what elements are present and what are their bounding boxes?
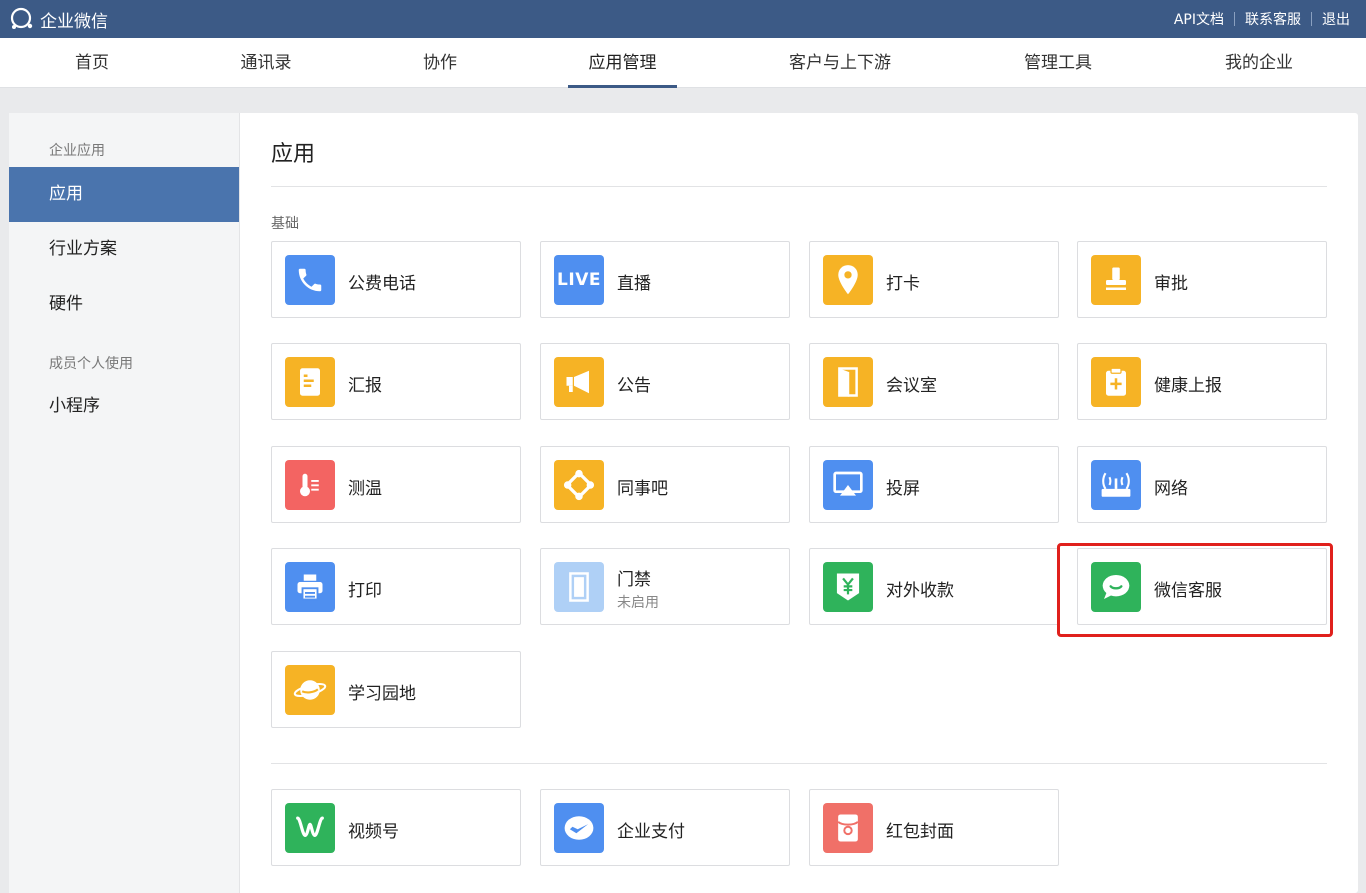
section-label-basic: 基础 (271, 216, 299, 232)
chat-bubble-icon (1091, 562, 1141, 612)
sidebar-group-enterprise-apps: 企业应用 (49, 143, 105, 159)
app-name: 打印 (348, 581, 382, 601)
logo-text: 企业微信 (40, 11, 108, 32)
app-card-public-phone[interactable]: 公费电话 (271, 241, 521, 318)
nav-customers[interactable]: 客户与上下游 (780, 38, 900, 88)
nav-contacts[interactable]: 通讯录 (232, 38, 300, 88)
top-bar: 企业微信 API文档 联系客服 退出 (0, 0, 1366, 38)
app-card-screencast[interactable]: 投屏 (809, 446, 1059, 523)
app-name: 同事吧 (617, 479, 668, 499)
channels-icon (285, 803, 335, 853)
app-card-live[interactable]: LIVE 直播 (540, 241, 790, 318)
planet-icon (285, 665, 335, 715)
app-card-learning[interactable]: 学习园地 (271, 651, 521, 728)
app-name: 公告 (617, 376, 651, 396)
app-name: 汇报 (348, 376, 382, 396)
report-doc-icon (285, 357, 335, 407)
app-name: 测温 (348, 479, 382, 499)
title-divider (271, 186, 1327, 187)
app-card-report[interactable]: 汇报 (271, 343, 521, 420)
app-card-network[interactable]: 网络 (1077, 446, 1327, 523)
app-name: 对外收款 (886, 581, 954, 601)
app-name: 学习园地 (348, 684, 416, 704)
door-icon (823, 357, 873, 407)
nav-collaboration[interactable]: 协作 (410, 38, 470, 88)
access-door-icon (554, 562, 604, 612)
router-icon (1091, 460, 1141, 510)
app-name: 打卡 (886, 274, 920, 294)
contact-support-link[interactable]: 联系客服 (1235, 9, 1311, 29)
nav-my-company[interactable]: 我的企业 (1214, 38, 1304, 88)
app-name: 会议室 (886, 376, 937, 396)
main-panel: 企业应用 应用 行业方案 硬件 成员个人使用 小程序 应用 基础 公费电话 LI… (9, 113, 1358, 893)
main-nav: 首页 通讯录 协作 应用管理 客户与上下游 管理工具 我的企业 (0, 38, 1366, 88)
app-card-access-control[interactable]: 门禁 未启用 (540, 548, 790, 625)
sidebar-group-personal: 成员个人使用 (49, 356, 133, 372)
content-area: 应用 基础 公费电话 LIVE 直播 打卡 审批 汇报 公告 会议室 健康上报 … (240, 113, 1358, 893)
app-card-external-payment[interactable]: 对外收款 (809, 548, 1059, 625)
app-card-wechat-customer-service[interactable]: 微信客服 (1077, 548, 1327, 625)
page-title: 应用 (271, 142, 316, 167)
screencast-icon (823, 460, 873, 510)
phone-icon (285, 255, 335, 305)
megaphone-icon (554, 357, 604, 407)
logo[interactable]: 企业微信 (8, 6, 108, 32)
app-name: 微信客服 (1154, 581, 1222, 601)
wecom-logo-icon (8, 7, 36, 31)
sidebar-item-apps[interactable]: 应用 (9, 167, 239, 222)
nav-home[interactable]: 首页 (62, 38, 122, 88)
pay-wing-icon (554, 803, 604, 853)
network-nodes-icon (554, 460, 604, 510)
app-name: 健康上报 (1154, 376, 1222, 396)
app-card-health-report[interactable]: 健康上报 (1077, 343, 1327, 420)
sidebar-item-miniprogram[interactable]: 小程序 (9, 379, 239, 434)
nav-admin-tools[interactable]: 管理工具 (1012, 38, 1104, 88)
app-card-temperature[interactable]: 测温 (271, 446, 521, 523)
app-name: 直播 (617, 274, 651, 294)
yuan-shield-icon (823, 562, 873, 612)
app-name: 审批 (1154, 274, 1188, 294)
app-card-colleague-forum[interactable]: 同事吧 (540, 446, 790, 523)
app-name: 门禁 (617, 570, 651, 590)
sidebar: 企业应用 应用 行业方案 硬件 成员个人使用 小程序 (9, 113, 240, 893)
app-card-enterprise-pay[interactable]: 企业支付 (540, 789, 790, 866)
app-name: 公费电话 (348, 274, 416, 294)
top-links: API文档 联系客服 退出 (1164, 0, 1360, 38)
app-name: 投屏 (886, 479, 920, 499)
app-name: 网络 (1154, 479, 1188, 499)
red-envelope-icon (823, 803, 873, 853)
app-card-approval[interactable]: 审批 (1077, 241, 1327, 318)
app-card-red-envelope-cover[interactable]: 红包封面 (809, 789, 1059, 866)
thermometer-icon (285, 460, 335, 510)
app-card-print[interactable]: 打印 (271, 548, 521, 625)
live-icon: LIVE (554, 255, 604, 305)
stamp-icon (1091, 255, 1141, 305)
app-card-channels[interactable]: 视频号 (271, 789, 521, 866)
section-divider (271, 763, 1327, 764)
api-docs-link[interactable]: API文档 (1164, 9, 1234, 29)
nav-app-management[interactable]: 应用管理 (568, 38, 677, 88)
app-card-checkin[interactable]: 打卡 (809, 241, 1059, 318)
location-pin-icon (823, 255, 873, 305)
sidebar-item-industry-solutions[interactable]: 行业方案 (9, 222, 239, 277)
app-card-announcement[interactable]: 公告 (540, 343, 790, 420)
printer-icon (285, 562, 335, 612)
app-card-meeting-room[interactable]: 会议室 (809, 343, 1059, 420)
app-name: 视频号 (348, 822, 399, 842)
logout-link[interactable]: 退出 (1312, 9, 1360, 29)
health-clipboard-icon (1091, 357, 1141, 407)
app-status: 未启用 (617, 595, 659, 611)
app-name: 企业支付 (617, 822, 685, 842)
sidebar-item-hardware[interactable]: 硬件 (9, 277, 239, 332)
app-name: 红包封面 (886, 822, 954, 842)
